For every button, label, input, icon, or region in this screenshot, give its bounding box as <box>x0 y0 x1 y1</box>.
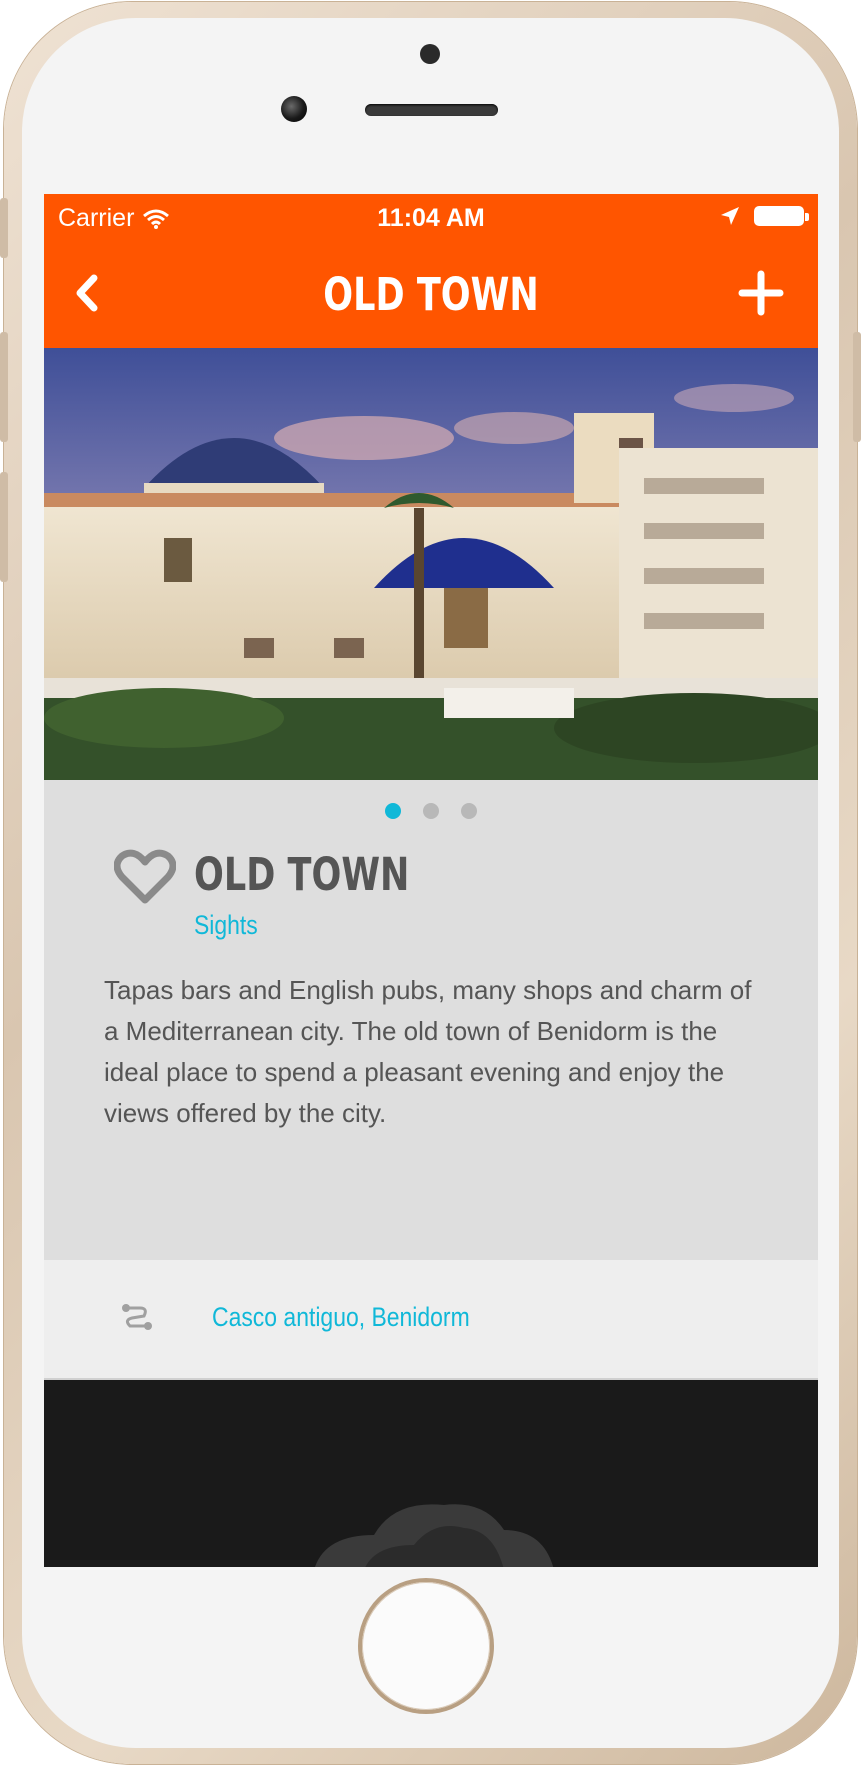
earpiece-speaker <box>365 104 498 116</box>
status-bar: Carrier 11:04 AM <box>44 194 818 242</box>
home-button[interactable] <box>362 1582 490 1710</box>
poi-detail: OLD TOWN Sights Tapas bars and English p… <box>44 842 818 1260</box>
navigation-bar: OLD TOWN <box>44 242 818 348</box>
address-row[interactable]: Casco antiguo, Benidorm <box>44 1260 818 1380</box>
favorite-heart-icon[interactable] <box>114 848 176 906</box>
cloud-icon <box>315 1504 554 1567</box>
mute-switch <box>0 198 8 258</box>
battery-icon <box>754 206 809 226</box>
location-arrow-icon <box>721 207 739 225</box>
map-preview[interactable] <box>44 1380 818 1567</box>
poi-title: OLD TOWN <box>194 848 410 901</box>
carousel-dot-1[interactable] <box>385 803 401 819</box>
address-link[interactable]: Casco antiguo, Benidorm <box>212 1302 470 1333</box>
app-screen: Carrier 11:04 AM OLD TOWN OLD TOWN Sight… <box>44 194 818 1567</box>
power-button <box>853 332 861 442</box>
carousel-dot-3[interactable] <box>461 803 477 819</box>
photo-carousel[interactable] <box>44 348 818 780</box>
carousel-dot-2[interactable] <box>423 803 439 819</box>
status-time: 11:04 AM <box>377 204 485 232</box>
poi-category-link[interactable]: Sights <box>194 910 258 941</box>
volume-down-button <box>0 472 8 582</box>
proximity-sensor <box>420 44 440 64</box>
add-button[interactable] <box>736 268 786 318</box>
back-button[interactable] <box>64 268 114 318</box>
route-icon <box>122 1304 152 1330</box>
old-town-photo <box>44 348 818 780</box>
front-camera <box>281 96 307 122</box>
poi-description: Tapas bars and English pubs, many shops … <box>104 975 752 1128</box>
status-right <box>720 206 809 226</box>
carousel-pagination <box>44 780 818 842</box>
volume-up-button <box>0 332 8 442</box>
page-title: OLD TOWN <box>323 268 539 321</box>
